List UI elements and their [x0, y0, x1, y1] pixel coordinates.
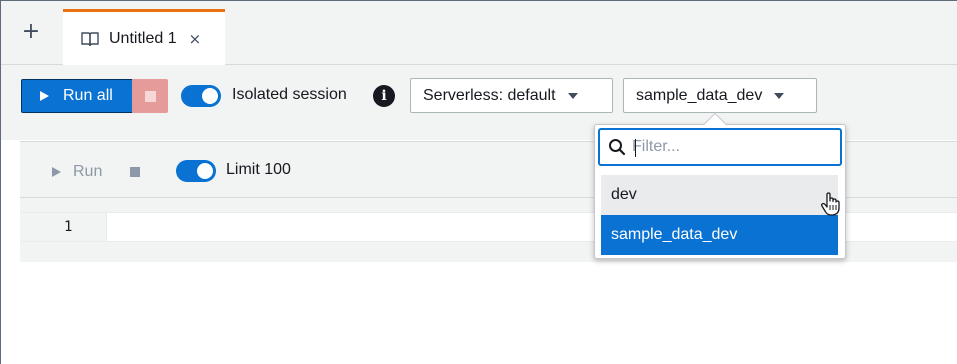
isolated-session-toggle[interactable] — [181, 85, 221, 107]
tab-bar: + Untitled 1 × — [1, 1, 957, 66]
search-icon — [609, 139, 626, 156]
stop-icon — [144, 90, 156, 102]
stop-all-button[interactable] — [132, 79, 168, 113]
dropdown-option-dev[interactable]: dev — [601, 175, 838, 215]
option-label: dev — [611, 186, 637, 203]
caret-down-icon — [567, 92, 578, 99]
close-icon[interactable]: × — [189, 30, 202, 48]
play-icon — [52, 167, 61, 177]
dropdown-option-sample-data-dev[interactable]: sample_data_dev — [601, 215, 838, 255]
isolated-session-label: Isolated session — [232, 86, 347, 103]
cell-run-button[interactable]: Run — [52, 163, 102, 181]
workgroup-select-value: Serverless: default — [423, 86, 556, 104]
tab-label: Untitled 1 — [109, 30, 177, 47]
add-tab-button[interactable]: + — [19, 21, 43, 45]
filter-input[interactable] — [632, 138, 812, 156]
database-select-value: sample_data_dev — [636, 86, 763, 104]
run-all-label: Run all — [63, 87, 113, 104]
database-select[interactable]: sample_data_dev — [623, 78, 817, 113]
tab-untitled-1[interactable]: Untitled 1 × — [63, 9, 225, 66]
database-dropdown: dev sample_data_dev — [594, 112, 846, 259]
text-cursor — [635, 139, 636, 157]
notebook-icon — [81, 32, 99, 47]
limit-label: Limit 100 — [226, 161, 291, 178]
cell-run-label: Run — [73, 163, 103, 180]
workgroup-select[interactable]: Serverless: default — [410, 78, 613, 113]
info-icon[interactable]: i — [373, 85, 395, 107]
line-number: 1 — [64, 219, 73, 235]
filter-field[interactable] — [598, 128, 842, 166]
editor-gutter: 1 — [20, 213, 107, 241]
run-all-button[interactable]: Run all — [21, 79, 133, 113]
limit-toggle[interactable] — [176, 160, 216, 182]
hand-pointer-icon — [820, 192, 840, 216]
option-label: sample_data_dev — [611, 226, 738, 243]
caret-down-icon — [774, 92, 785, 99]
play-icon — [40, 91, 49, 101]
cell-stop-button[interactable] — [130, 167, 140, 177]
